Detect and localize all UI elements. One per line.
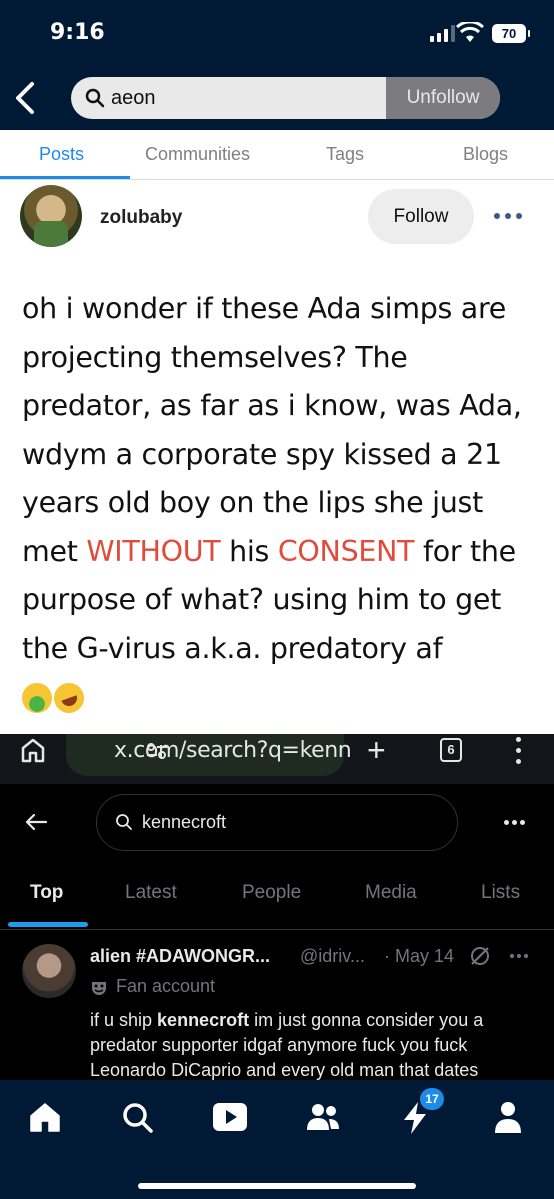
battery-indicator: 70 — [492, 24, 530, 43]
play-icon[interactable] — [212, 1100, 248, 1134]
tweet-handle: @idriv... — [300, 946, 365, 966]
browser-menu-icon — [516, 737, 522, 765]
tweet-body: if u ship kennecroft im just gonna consi… — [90, 1008, 540, 1080]
post-text-segment: his — [220, 534, 278, 568]
x-active-tab-indicator — [8, 922, 88, 927]
search-header: aeon Unfollow — [0, 68, 554, 130]
x-tab-lists: Lists — [481, 882, 521, 903]
home-indicator — [138, 1183, 416, 1189]
post-text-segment: oh i wonder if these Ada simps are proje… — [22, 292, 522, 568]
tab-posts[interactable]: Posts — [39, 144, 84, 165]
fan-account-label: Fan account — [116, 976, 216, 996]
tab-count: 6 — [440, 738, 462, 762]
x-tab-media: Media — [365, 882, 417, 903]
account-icon[interactable] — [492, 1100, 524, 1134]
search-icon[interactable] — [120, 1100, 154, 1134]
status-time: 9:16 — [50, 20, 105, 45]
tweet-display-name: alien #ADAWONGR... — [90, 946, 271, 966]
grok-icon — [471, 947, 489, 965]
new-tab-icon: + — [367, 734, 386, 768]
back-arrow-icon[interactable] — [10, 80, 40, 116]
search-tabs: Posts Communities Tags Blogs — [0, 130, 554, 180]
tab-communities[interactable]: Communities — [145, 144, 250, 165]
tweet-more-icon — [510, 954, 530, 959]
tab-blogs[interactable]: Blogs — [463, 144, 508, 165]
x-tabs: Top Latest People Media Lists — [0, 864, 554, 930]
home-icon[interactable] — [28, 1100, 62, 1134]
signal-icon — [430, 24, 455, 42]
post: zolubaby Follow oh i wonder if these Ada… — [0, 180, 554, 734]
x-back-arrow-icon — [25, 813, 48, 831]
search-icon — [85, 88, 105, 108]
browser-bar: x.com/search?q=kenn + 6 — [0, 734, 554, 784]
search-input[interactable]: aeon Unfollow — [71, 77, 500, 119]
active-tab-indicator — [0, 176, 130, 179]
tab-tags[interactable]: Tags — [326, 144, 364, 165]
tweet: alien #ADAWONGR... @idriv... · May 14 Fa… — [0, 930, 554, 1080]
follow-button[interactable]: Follow — [368, 189, 474, 244]
nauseated-face-icon — [22, 683, 52, 713]
search-query: aeon — [111, 87, 156, 109]
x-search-bar: kennecroft — [0, 784, 554, 864]
browser-home-icon — [21, 738, 45, 763]
rolling-laughing-icon — [49, 678, 89, 718]
tweet-date: · May 14 — [384, 946, 455, 966]
tweet-bold-term: kennecroft — [157, 1010, 250, 1030]
x-tab-top: Top — [30, 882, 64, 903]
highlight-without: WITHOUT — [86, 534, 221, 568]
status-bar: 9:16 70 — [0, 0, 554, 68]
fan-account-icon — [92, 982, 106, 995]
bottom-navigation: 17 — [0, 1080, 554, 1199]
x-search-field: kennecroft — [96, 794, 458, 851]
activity-badge: 17 — [420, 1088, 444, 1110]
avatar[interactable] — [20, 185, 82, 247]
more-options-icon[interactable] — [494, 213, 522, 221]
unfollow-button[interactable]: Unfollow — [386, 77, 500, 119]
people-icon[interactable] — [305, 1100, 341, 1134]
post-username[interactable]: zolubaby — [100, 207, 182, 229]
wifi-icon — [456, 22, 484, 42]
highlight-consent: CONSENT — [277, 534, 415, 568]
url-text: x.com/search?q=kenn — [114, 738, 352, 763]
x-search-query: kennecroft — [142, 812, 227, 832]
tweet-avatar — [22, 944, 76, 998]
x-tab-people: People — [242, 882, 302, 903]
x-more-icon — [504, 820, 526, 826]
x-search-icon — [116, 814, 132, 830]
tweet-text-segment: if u ship — [90, 1010, 158, 1030]
post-body: oh i wonder if these Ada simps are proje… — [22, 285, 542, 722]
embedded-screenshot: x.com/search?q=kenn + 6 kennecroft Top L… — [0, 734, 554, 1080]
x-tab-latest: Latest — [125, 882, 177, 903]
